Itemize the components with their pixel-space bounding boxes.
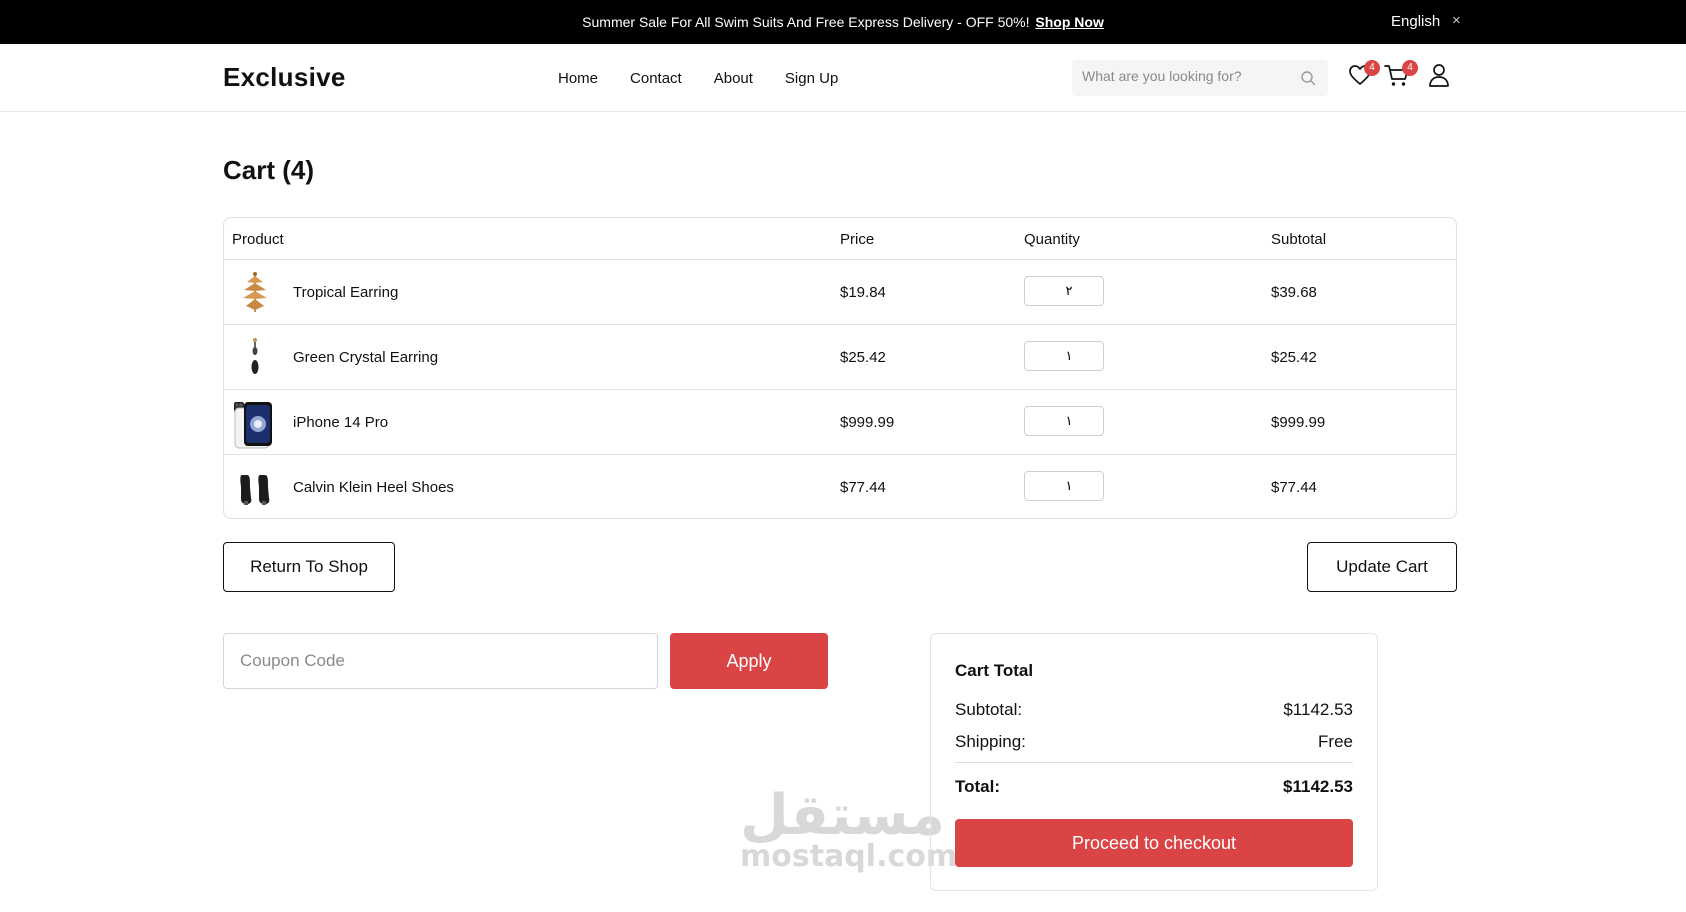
language-selector[interactable]: English — [1391, 13, 1440, 30]
promo-text: Summer Sale For All Swim Suits And Free … — [582, 14, 1030, 30]
table-header: Product Price Quantity Subtotal — [224, 218, 1456, 260]
table-row: iPhone 14 Pro $999.99 $999.99 — [224, 390, 1456, 455]
search-bar — [1072, 60, 1328, 96]
product-subtotal: $999.99 — [1271, 414, 1326, 431]
product-price: $25.42 — [840, 349, 886, 366]
column-header-product: Product — [232, 231, 284, 248]
watermark-latin: mostaql.com — [740, 839, 958, 874]
wishlist-count-badge: 4 — [1364, 60, 1380, 76]
close-icon[interactable]: × — [1452, 12, 1461, 29]
watermark: مستقل mostaql.com — [740, 783, 958, 874]
product-name[interactable]: Green Crystal Earring — [293, 349, 438, 366]
tropical-earring-image — [232, 270, 278, 316]
table-row: Tropical Earring $19.84 $39.68 — [224, 260, 1456, 325]
coupon-code-input[interactable] — [223, 633, 658, 689]
main-nav: Home Contact About Sign Up — [558, 70, 838, 87]
total-line: Total: $1142.53 — [955, 777, 1353, 797]
quantity-input[interactable] — [1024, 341, 1104, 371]
promo-banner: Summer Sale For All Swim Suits And Free … — [0, 0, 1686, 44]
product-name[interactable]: iPhone 14 Pro — [293, 414, 388, 431]
column-header-price: Price — [840, 231, 875, 248]
search-input[interactable] — [1082, 68, 1282, 84]
shipping-label: Shipping: — [955, 732, 1026, 751]
return-to-shop-button[interactable]: Return To Shop — [223, 542, 395, 592]
quantity-input[interactable] — [1024, 406, 1104, 436]
nav-contact[interactable]: Contact — [630, 70, 682, 87]
site-header: Exclusive Home Contact About Sign Up 4 4 — [0, 44, 1686, 112]
wishlist-button[interactable]: 4 — [1348, 60, 1380, 91]
column-header-subtotal: Subtotal — [1271, 231, 1327, 248]
subtotal-line: Subtotal: $1142.53 — [955, 700, 1353, 720]
nav-home[interactable]: Home — [558, 70, 598, 87]
nav-about[interactable]: About — [714, 70, 753, 87]
cart-count-badge: 4 — [1402, 60, 1418, 76]
subtotal-value: $1142.53 — [1283, 700, 1353, 719]
apply-coupon-button[interactable]: Apply — [670, 633, 828, 689]
product-name[interactable]: Calvin Klein Heel Shoes — [293, 479, 454, 496]
user-icon — [1429, 64, 1449, 87]
update-cart-button[interactable]: Update Cart — [1307, 542, 1457, 592]
cart-table: Product Price Quantity Subtotal Tropical… — [223, 217, 1457, 519]
heel-shoes-image — [232, 465, 278, 511]
subtotal-label: Subtotal: — [955, 700, 1023, 719]
shipping-value: Free — [1318, 732, 1353, 751]
table-row: Green Crystal Earring $25.42 $25.42 — [224, 325, 1456, 390]
quantity-input[interactable] — [1024, 471, 1104, 501]
product-subtotal: $77.44 — [1271, 479, 1317, 496]
column-header-quantity: Quantity — [1024, 231, 1080, 248]
shop-now-link[interactable]: Shop Now — [1035, 14, 1103, 30]
product-subtotal: $25.42 — [1271, 349, 1317, 366]
proceed-to-checkout-button[interactable]: Proceed to checkout — [955, 819, 1353, 867]
product-price: $999.99 — [840, 414, 895, 431]
cart-total-panel: Cart Total Subtotal: $1142.53 Shipping: … — [930, 633, 1378, 891]
account-button[interactable] — [1428, 63, 1450, 92]
product-subtotal: $39.68 — [1271, 284, 1317, 301]
cart-total-title: Cart Total — [955, 661, 1034, 680]
iphone-image — [232, 400, 278, 449]
product-name[interactable]: Tropical Earring — [293, 284, 398, 301]
page-title: Cart (4) — [223, 155, 315, 185]
total-divider — [955, 762, 1353, 763]
nav-sign-up[interactable]: Sign Up — [785, 70, 838, 87]
total-value: $1142.53 — [1283, 777, 1353, 796]
search-icon[interactable] — [1300, 70, 1316, 91]
quantity-input[interactable] — [1024, 276, 1104, 306]
watermark-arabic: مستقل — [740, 783, 945, 848]
total-label: Total: — [955, 777, 1001, 796]
product-price: $19.84 — [840, 284, 886, 301]
table-row: Calvin Klein Heel Shoes $77.44 $77.44 — [224, 455, 1456, 518]
shipping-line: Shipping: Free — [955, 732, 1353, 752]
crystal-earring-image — [232, 335, 278, 381]
product-price: $77.44 — [840, 479, 886, 496]
cart-button[interactable]: 4 — [1384, 60, 1418, 93]
site-logo[interactable]: Exclusive — [223, 62, 346, 93]
